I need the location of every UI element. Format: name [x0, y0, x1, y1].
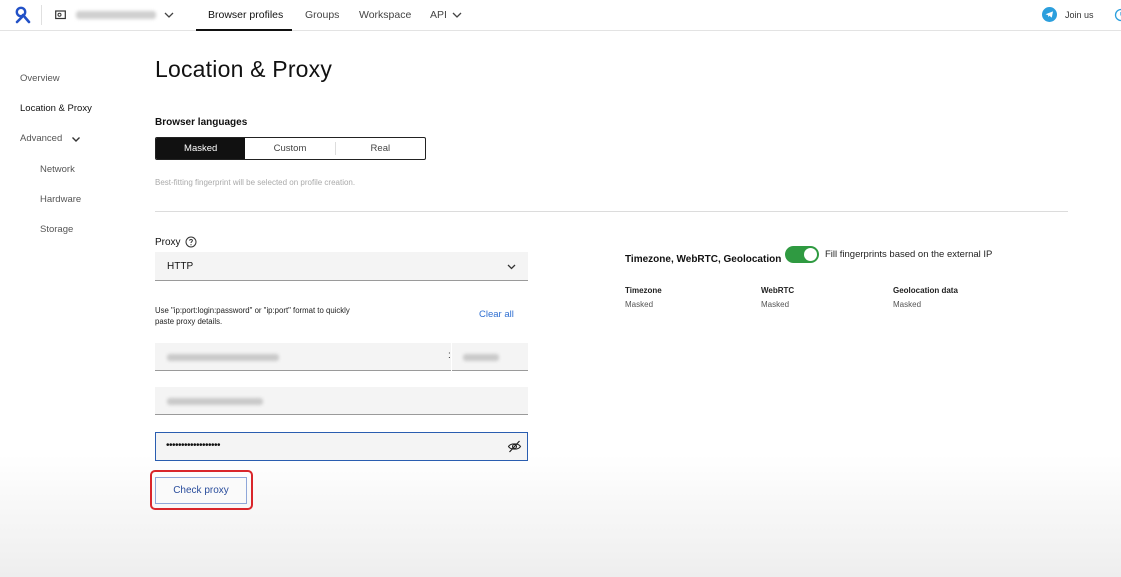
sidebar-item-advanced[interactable]: Advanced [20, 133, 62, 144]
proxy-label-row: Proxy [155, 236, 197, 248]
chevron-down-icon[interactable] [70, 133, 82, 145]
telegram-icon[interactable] [1042, 7, 1057, 22]
chevron-down-icon [507, 264, 516, 270]
sidebar-item-network[interactable]: Network [40, 164, 75, 175]
proxy-port-redacted [463, 354, 499, 361]
language-option-masked[interactable]: Masked [156, 138, 246, 159]
clear-all-link[interactable]: Clear all [479, 309, 514, 320]
browser-languages-selector: Masked Custom Real [155, 137, 426, 160]
check-proxy-button[interactable]: Check proxy [155, 477, 247, 504]
proxy-host-redacted [167, 354, 279, 361]
proxy-type-select[interactable]: HTTP [155, 252, 528, 281]
section-divider [155, 211, 1068, 212]
nav-workspace[interactable]: Workspace [359, 9, 411, 21]
sidebar-item-location-proxy[interactable]: Location & Proxy [20, 103, 92, 114]
webrtc-header: WebRTC [761, 286, 795, 295]
proxy-host-port-field[interactable] [155, 343, 528, 371]
proxy-label: Proxy [155, 236, 181, 248]
host-port-divider [451, 343, 452, 371]
languages-hint: Best-fitting fingerprint will be selecte… [155, 178, 356, 187]
clock-icon[interactable] [1114, 8, 1121, 22]
top-bar: Browser profiles Groups Workspace API Jo… [0, 0, 1121, 31]
proxy-type-value: HTTP [167, 261, 194, 272]
proxy-password-field[interactable]: •••••••••••••••••• [155, 432, 528, 461]
host-port-separator: : [448, 350, 451, 361]
timezone-value: Masked [625, 300, 654, 309]
nav-active-underline [196, 29, 292, 31]
top-divider [41, 5, 42, 25]
chevron-down-icon[interactable] [450, 8, 464, 22]
geolocation-value: Masked [893, 300, 922, 309]
language-option-real[interactable]: Real [336, 138, 425, 159]
timezone-header: Timezone [625, 286, 662, 295]
proxy-login-field[interactable] [155, 387, 528, 415]
sidebar-item-hardware[interactable]: Hardware [40, 194, 81, 205]
sidebar-item-storage[interactable]: Storage [40, 224, 73, 235]
chevron-down-icon[interactable] [162, 8, 176, 22]
fill-fingerprints-label: Fill fingerprints based on the external … [825, 249, 993, 260]
app-logo-icon[interactable] [14, 6, 32, 24]
help-icon[interactable] [185, 236, 197, 248]
language-option-custom[interactable]: Custom [245, 138, 334, 159]
nav-browser-profiles[interactable]: Browser profiles [208, 9, 283, 21]
eye-off-icon[interactable] [507, 439, 522, 454]
toggle-knob [804, 248, 817, 261]
sidebar-item-overview[interactable]: Overview [20, 73, 60, 84]
page-title: Location & Proxy [155, 56, 333, 82]
password-masked-value: •••••••••••••••••• [166, 440, 221, 451]
fingerprint-section-title: Timezone, WebRTC, Geolocation [625, 254, 782, 265]
fill-fingerprints-toggle[interactable] [785, 246, 819, 263]
workspace-icon [55, 10, 66, 20]
browser-languages-label: Browser languages [155, 117, 248, 128]
proxy-login-redacted [167, 398, 263, 405]
nav-api[interactable]: API [430, 9, 447, 21]
nav-groups[interactable]: Groups [305, 9, 339, 21]
proxy-paste-hint: Use "ip:port:login:password" or "ip:port… [155, 306, 350, 326]
join-us-link[interactable]: Join us [1065, 10, 1094, 20]
geolocation-header: Geolocation data [893, 286, 958, 295]
webrtc-value: Masked [761, 300, 790, 309]
workspace-name-redacted[interactable] [76, 11, 156, 19]
